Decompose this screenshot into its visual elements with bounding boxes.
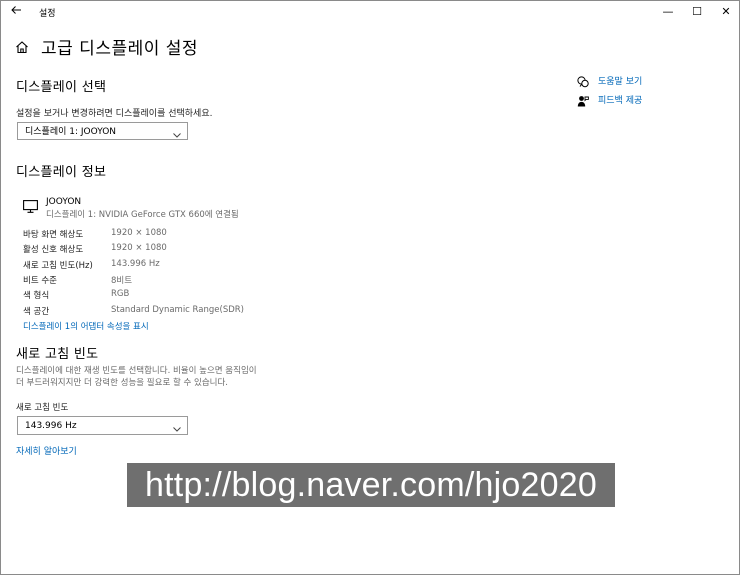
select-display-heading: 디스플레이 선택 xyxy=(16,80,107,95)
minimize-button[interactable]: — xyxy=(655,3,681,21)
refresh-rate-select-value: 143.996 Hz xyxy=(25,421,77,431)
window-title: 설정 xyxy=(39,9,56,19)
select-display-description: 설정을 보거나 변경하려면 디스플레이를 선택하세요. xyxy=(16,109,213,119)
display-info-heading: 디스플레이 정보 xyxy=(16,165,107,180)
info-label: 비트 수준 xyxy=(23,276,57,286)
refresh-rate-heading: 새로 고침 빈도 xyxy=(16,347,99,362)
chevron-down-icon xyxy=(173,422,181,432)
back-arrow-icon[interactable] xyxy=(7,3,25,21)
refresh-rate-field-label: 새로 고침 빈도 xyxy=(16,403,69,413)
info-label: 색 형식 xyxy=(23,291,50,301)
display-select-dropdown[interactable]: 디스플레이 1: JOOYON xyxy=(17,122,188,140)
refresh-rate-select-dropdown[interactable]: 143.996 Hz xyxy=(17,416,188,435)
adapter-properties-link[interactable]: 디스플레이 1의 어댑터 속성을 표시 xyxy=(23,320,149,332)
info-value: Standard Dynamic Range(SDR) xyxy=(111,305,244,315)
blog-url-watermark: http://blog.naver.com/hjo2020 xyxy=(127,463,615,507)
page-title: 고급 디스플레이 설정 xyxy=(41,39,199,59)
learn-more-link[interactable]: 자세히 알아보기 xyxy=(16,444,77,457)
info-value: 143.996 Hz xyxy=(111,259,160,269)
help-chat-icon xyxy=(577,73,589,88)
give-feedback-link[interactable]: 피드백 제공 xyxy=(598,93,642,106)
maximize-button[interactable]: ☐ xyxy=(684,3,710,21)
info-value: 1920 × 1080 xyxy=(111,243,167,253)
info-label: 바탕 화면 해상도 xyxy=(23,230,84,240)
chevron-down-icon xyxy=(173,128,181,138)
title-bar: 설정 — ☐ ✕ xyxy=(1,1,739,23)
monitor-description: 디스플레이 1: NVIDIA GeForce GTX 660에 연결됨 xyxy=(46,210,239,220)
display-select-value: 디스플레이 1: JOOYON xyxy=(25,127,117,137)
info-label: 새로 고침 빈도(Hz) xyxy=(23,261,93,271)
home-icon[interactable] xyxy=(15,39,29,54)
refresh-rate-description-2: 더 부드러워지지만 더 강력한 성능을 필요로 할 수 있습니다. xyxy=(16,378,228,388)
info-value: 8비트 xyxy=(111,276,133,286)
info-label: 색 공간 xyxy=(23,307,50,317)
close-button[interactable]: ✕ xyxy=(713,3,739,21)
info-value: 1920 × 1080 xyxy=(111,228,167,238)
info-value: RGB xyxy=(111,289,130,299)
refresh-rate-description-1: 디스플레이에 대한 재생 빈도를 선택합니다. 비율이 높으면 움직임이 xyxy=(16,366,257,376)
monitor-name: JOOYON xyxy=(46,197,82,207)
info-label: 활성 신호 해상도 xyxy=(23,245,84,255)
get-help-link[interactable]: 도움말 보기 xyxy=(598,74,642,87)
monitor-icon xyxy=(23,198,38,213)
feedback-person-icon xyxy=(577,92,589,107)
